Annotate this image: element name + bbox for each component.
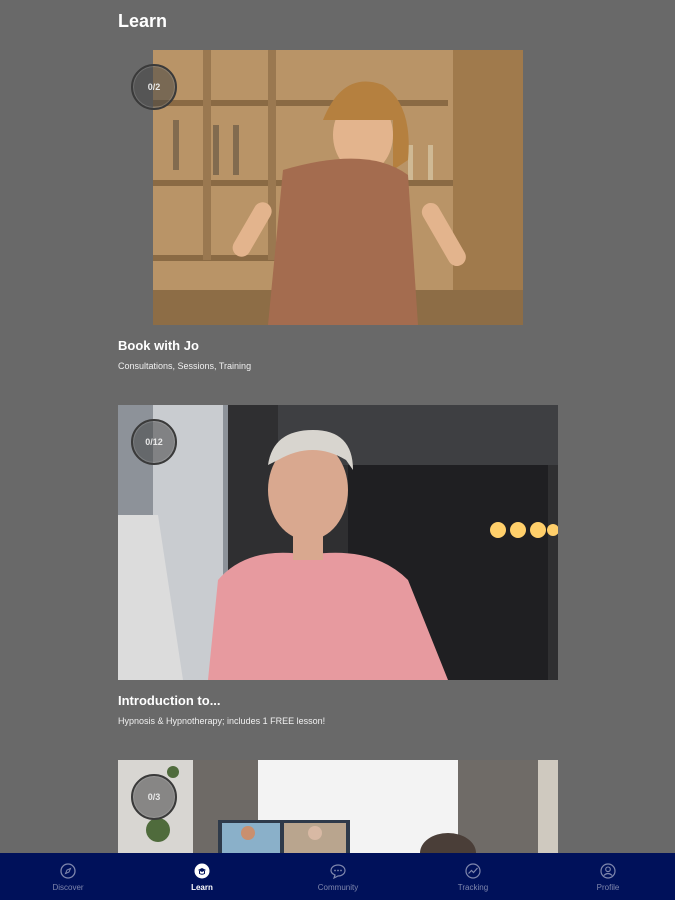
- nav-item-discover[interactable]: Discover: [28, 853, 108, 900]
- course-thumbnail[interactable]: [118, 760, 558, 853]
- course-title[interactable]: Book with Jo: [118, 338, 199, 353]
- course-thumbnail[interactable]: [118, 405, 558, 680]
- course-title[interactable]: Introduction to...: [118, 693, 221, 708]
- nav-label: Community: [317, 883, 359, 892]
- course-card-book-with-jo[interactable]: 0/2 Book with Jo Consultations, Sessions…: [118, 50, 558, 380]
- nav-label: Tracking: [457, 883, 489, 892]
- nav-item-tracking[interactable]: Tracking: [433, 853, 513, 900]
- progress-badge: 0/12: [131, 419, 177, 465]
- chat-icon: [330, 864, 346, 879]
- nav-item-profile[interactable]: Profile: [568, 853, 648, 900]
- bottom-nav: Discover Learn Community Tracking Profil…: [0, 853, 675, 900]
- compass-icon: [60, 863, 76, 879]
- course-subtitle: Hypnosis & Hypnotherapy; includes 1 FREE…: [118, 716, 326, 726]
- progress-badge: 0/3: [131, 774, 177, 820]
- nav-label: Discover: [52, 883, 84, 892]
- nav-label: Profile: [596, 883, 620, 892]
- profile-icon: [600, 863, 616, 879]
- learn-icon: [194, 863, 210, 879]
- course-card-third[interactable]: 0/3: [118, 760, 558, 853]
- nav-item-learn[interactable]: Learn: [162, 853, 242, 900]
- page-title: Learn: [118, 11, 168, 31]
- chart-icon: [465, 863, 481, 879]
- course-thumbnail[interactable]: [153, 50, 523, 325]
- progress-badge: 0/2: [131, 64, 177, 110]
- course-subtitle: Consultations, Sessions, Training: [118, 361, 252, 371]
- course-card-introduction[interactable]: 0/12 Introduction to... Hypnosis & Hypno…: [118, 405, 558, 735]
- nav-item-community[interactable]: Community: [298, 853, 378, 900]
- nav-label: Learn: [191, 883, 213, 892]
